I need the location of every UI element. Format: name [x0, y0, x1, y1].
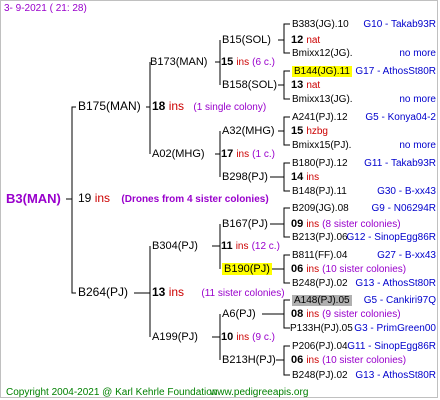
gen3-count: 08 ins (9 sister colonies) [291, 308, 401, 320]
gen4-name: B811(FF).04 [292, 250, 348, 261]
gen3-node: B167(PJ) [222, 218, 268, 230]
gen3-node: B15(SOL) [222, 34, 271, 46]
gen4-name: B209(JG).08 [292, 203, 349, 214]
gen2-count: 10 ins (9 c.) [221, 331, 275, 343]
gen3-node: B190(PJ) [222, 263, 272, 275]
site-link[interactable]: www.pedigreeapis.org [210, 386, 308, 399]
root-count-ins: ins [94, 191, 111, 205]
gen3-node: A32(MHG) [222, 125, 275, 137]
gen4-name: Bmixx15(PJ). [292, 140, 352, 151]
root-note: (Drones from 4 sister colonies) [121, 194, 269, 205]
gen3-node: A6(PJ) [222, 308, 256, 320]
gen4-lineage: G12 - SinopEgg86R [346, 232, 436, 243]
gen4-lineage: no more [399, 94, 436, 105]
gen3-count: 06 ins (10 sister colonies) [291, 263, 407, 275]
gen4-lineage: no more [399, 48, 436, 59]
gen1-bottom-count: 13 ins (11 sister colonies) [152, 285, 285, 300]
gen3-count: 15 hzbg [291, 125, 328, 137]
gen2-node: A199(PJ) [152, 331, 198, 343]
gen1-bottom-note: (11 sister colonies) [201, 288, 285, 299]
gen4-lineage: G13 - AthosSt80R [355, 370, 436, 381]
gen4-lineage: G10 - Takab93R [363, 19, 436, 30]
gen4-name: B180(PJ).12 [292, 158, 348, 169]
date-stamp: 3- 9-2021 ( 21: 28) [4, 3, 87, 14]
gen4-lineage: no more [399, 140, 436, 151]
gen2-node: B304(PJ) [152, 240, 198, 252]
gen4-lineage: G5 - Konya04-2 [365, 112, 436, 123]
gen3-node: B158(SOL) [222, 79, 278, 91]
gen2-count: 11 ins (12 c.) [221, 240, 280, 252]
root-count: 19 ins (Drones from 4 sister colonies) [78, 192, 269, 206]
root-count-number: 19 [78, 191, 92, 205]
gen1-top-note: (1 single colony) [193, 102, 267, 113]
gen4-lineage: G30 - B-xx43 [377, 186, 436, 197]
gen4-lineage: G3 - PrimGreen00 [354, 323, 436, 334]
gen4-lineage: G17 - AthosSt80R [355, 66, 436, 77]
gen1-top-count: 18 ins (1 single colony) [152, 99, 267, 114]
gen3-count: 12 nat [291, 34, 321, 46]
gen4-lineage: G13 - AthosSt80R [355, 278, 436, 289]
gen4-lineage: G27 - B-xx43 [377, 250, 436, 261]
gen4-name: B144(JG).11 [292, 66, 352, 77]
copyright-text: Copyright 2004-2021 @ Karl Kehrle Founda… [6, 387, 218, 398]
gen4-name: B248(PJ).02 [292, 370, 348, 381]
gen2-node: B173(MAN) [150, 56, 208, 68]
gen3-count: 14 ins [291, 171, 320, 183]
gen4-name: P133H(PJ).05 [290, 323, 353, 334]
gen1-bottom-name: B264(PJ) [78, 285, 129, 299]
gen4-lineage: G5 - Cankiri97Q [363, 295, 436, 306]
gen4-name: Bmixx12(JG). [292, 48, 353, 59]
gen3-count: 06 ins (10 sister colonies) [291, 354, 407, 366]
gen3-node: B298(PJ) [222, 171, 268, 183]
gen4-name: P206(PJ).04 [292, 341, 348, 352]
gen4-name: B383(JG).10 [292, 19, 349, 30]
gen4-name: B213(PJ).06 [292, 232, 348, 243]
gen3-count: 13 nat [291, 79, 321, 91]
gen3-node: B213H(PJ) [222, 354, 276, 366]
gen4-name: Bmixx13(JG). [292, 94, 353, 105]
gen4-name: B248(PJ).02 [292, 278, 348, 289]
gen4-lineage: G11 - SinopEgg86R [347, 341, 436, 352]
gen4-name: A148(PJ).05 [292, 295, 352, 306]
gen4-name: B148(PJ).11 [292, 186, 347, 197]
gen4-name: A241(PJ).12 [292, 112, 348, 123]
gen4-lineage: G11 - Takab93R [364, 158, 436, 169]
gen2-node: A02(MHG) [152, 148, 205, 160]
root-queen-name: B3(MAN) [6, 191, 61, 206]
gen4-lineage: G9 - N06294R [371, 203, 436, 214]
gen2-count: 15 ins (6 c.) [221, 56, 275, 68]
gen2-count: 17 ins (1 c.) [221, 148, 275, 160]
gen1-top-name: B175(MAN) [78, 99, 141, 113]
gen3-count: 09 ins (8 sister colonies) [291, 218, 401, 230]
